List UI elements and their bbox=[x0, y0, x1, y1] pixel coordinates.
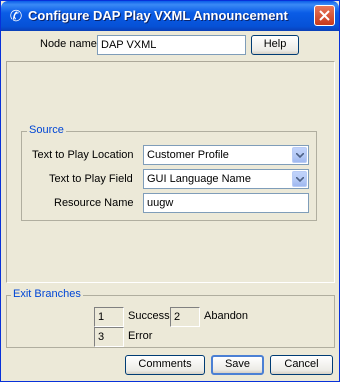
branch-label: Error bbox=[128, 330, 153, 342]
title-bar[interactable]: ✆ Configure DAP Play VXML Announcement bbox=[1, 1, 339, 31]
window-title: Configure DAP Play VXML Announcement bbox=[28, 8, 288, 23]
text-location-label: Text to Play Location bbox=[32, 149, 134, 161]
branch-number: 1 bbox=[94, 307, 124, 327]
dropdown-arrow-button[interactable] bbox=[292, 147, 307, 163]
cancel-button[interactable]: Cancel bbox=[270, 355, 333, 375]
resource-name-label: Resource Name bbox=[54, 197, 134, 209]
branch-number: 3 bbox=[94, 327, 124, 347]
exit-branches-legend: Exit Branches bbox=[11, 288, 83, 300]
dropdown-arrow-button[interactable] bbox=[292, 171, 307, 187]
comments-button[interactable]: Comments bbox=[125, 355, 205, 375]
resource-name-input[interactable]: uugw bbox=[143, 193, 309, 213]
source-legend: Source bbox=[27, 124, 66, 136]
help-button[interactable]: Help bbox=[251, 35, 299, 55]
text-field-label: Text to Play Field bbox=[49, 173, 133, 185]
branch-number: 2 bbox=[170, 307, 200, 327]
text-location-select[interactable]: Customer Profile bbox=[143, 145, 309, 165]
node-name-input[interactable]: DAP VXML bbox=[97, 35, 246, 55]
phone-icon: ✆ bbox=[9, 7, 23, 25]
close-icon bbox=[319, 10, 330, 21]
branch-label: Success bbox=[128, 310, 170, 322]
dialog-window: ✆ Configure DAP Play VXML Announcement N… bbox=[0, 0, 340, 382]
text-field-value: GUI Language Name bbox=[147, 173, 251, 185]
text-field-select[interactable]: GUI Language Name bbox=[143, 169, 309, 189]
text-location-value: Customer Profile bbox=[147, 149, 229, 161]
chevron-down-icon bbox=[296, 153, 304, 158]
node-name-label: Node name bbox=[40, 38, 97, 50]
close-button[interactable] bbox=[314, 5, 335, 26]
chevron-down-icon bbox=[296, 177, 304, 182]
save-button[interactable]: Save bbox=[211, 355, 264, 375]
branch-label: Abandon bbox=[204, 310, 249, 322]
